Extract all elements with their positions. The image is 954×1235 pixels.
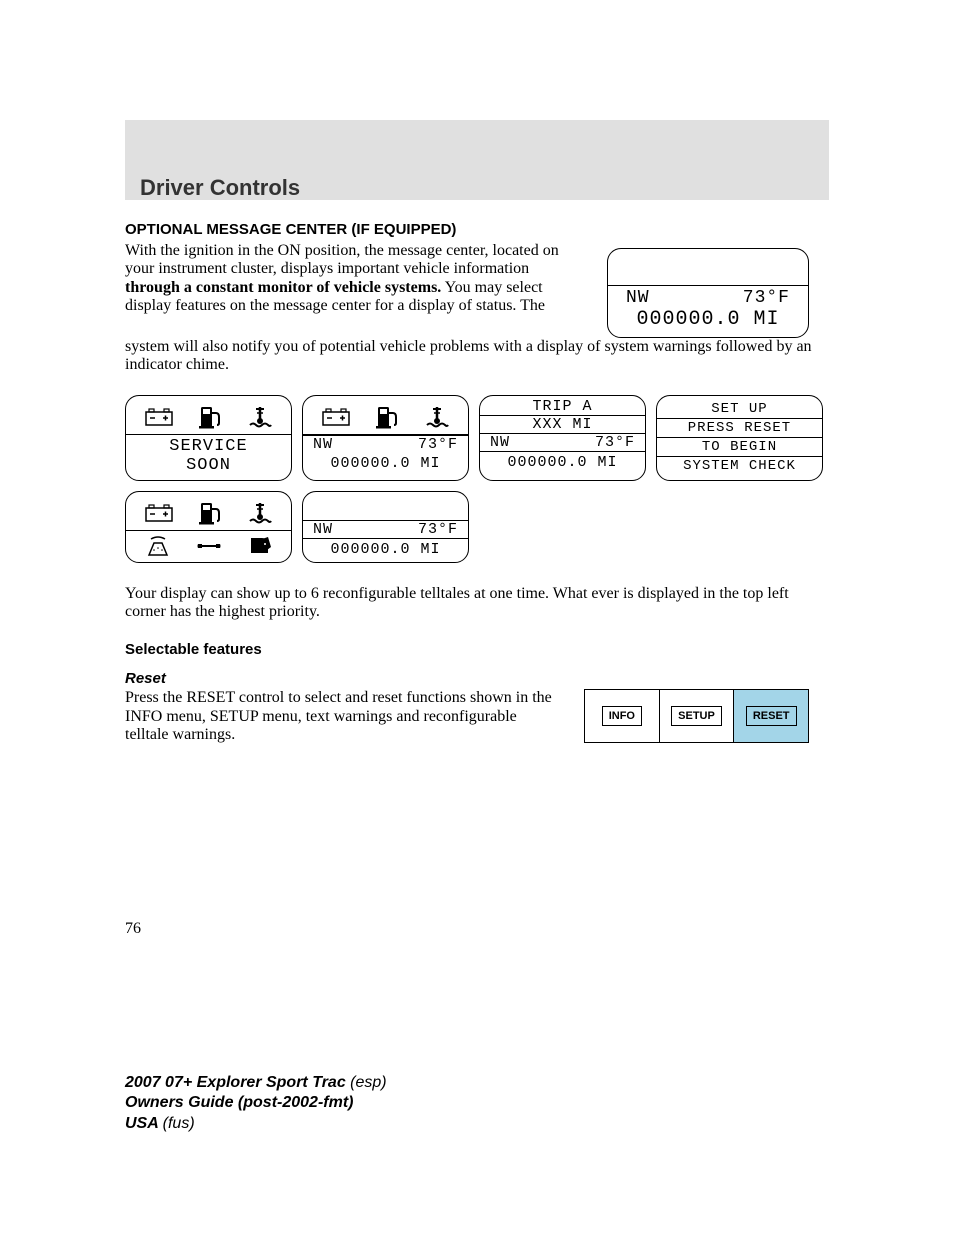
reset-button-cell: RESET (734, 690, 808, 742)
intro-paragraph-1: With the ignition in the ON position, th… (125, 242, 569, 316)
footer-guide: Owners Guide (post-2002-fmt) (125, 1094, 353, 1111)
intro-text-a: With the ignition in the ON position, th… (125, 242, 559, 277)
odometer-value: 000000.0 MI (303, 538, 468, 562)
setup-button[interactable]: SETUP (671, 706, 722, 726)
engine-temp-icon (425, 405, 449, 429)
temperature-value: 73°F (418, 521, 458, 538)
intro-text-bold: through a constant monitor of vehicle sy… (125, 279, 441, 296)
panel4-r4: SYSTEM CHECK (659, 457, 820, 475)
subsection-heading: OPTIONAL MESSAGE CENTER (IF EQUIPPED) (125, 221, 829, 238)
page-number: 76 (125, 920, 141, 938)
panel-trip-a: TRIP A XXX MI NW 73°F 000000.0 MI (479, 395, 646, 481)
setup-button-cell: SETUP (660, 690, 735, 742)
panel-service-soon: SERVICE SOON (125, 395, 292, 481)
fuel-pump-icon (199, 405, 221, 429)
panel3-title2: XXX MI (480, 416, 645, 434)
engine-temp-icon (248, 405, 272, 429)
panel3-title1: TRIP A (480, 396, 645, 416)
panel-basic-readout: NW 73°F 000000.0 MI (302, 395, 469, 481)
message-center-main-display: NW 73°F 000000.0 MI (607, 248, 809, 338)
compass-value: NW (313, 436, 333, 453)
battery-icon (145, 504, 173, 522)
info-button[interactable]: INFO (602, 706, 642, 726)
panel1-line2: SOON (126, 456, 291, 479)
engine-temp-icon (248, 501, 272, 525)
compass-value: NW (313, 521, 333, 538)
section-title: Driver Controls (140, 175, 300, 201)
panel4-r3: TO BEGIN (657, 438, 822, 457)
footer-code2: (fus) (163, 1115, 195, 1132)
footer-region: USA (125, 1115, 163, 1132)
panel4-r2: PRESS RESET (657, 419, 822, 438)
odometer-value: 000000.0 MI (480, 451, 645, 475)
compass-value: NW (490, 434, 510, 451)
footer: 2007 07+ Explorer Sport Trac (esp) Owner… (125, 1073, 387, 1135)
panel-all-telltales (125, 491, 292, 563)
temperature-value: 73°F (743, 288, 790, 308)
footer-model: 2007 07+ Explorer Sport Trac (125, 1074, 350, 1091)
odometer-value: 000000.0 MI (303, 453, 468, 476)
temperature-value: 73°F (418, 436, 458, 453)
panel-blank-readout: NW 73°F 000000.0 MI (302, 491, 469, 563)
door-ajar-icon (248, 535, 272, 557)
temperature-value: 73°F (595, 434, 635, 451)
button-panel: INFO SETUP RESET (584, 689, 809, 743)
post-grid-paragraph: Your display can show up to 6 reconfigur… (125, 585, 829, 622)
battery-icon (322, 408, 350, 426)
fuel-pump-icon (376, 405, 398, 429)
footer-code1: (esp) (350, 1074, 386, 1091)
reset-body: Press the RESET control to select and re… (125, 689, 564, 744)
battery-icon (145, 408, 173, 426)
panel1-line1: SERVICE (126, 435, 291, 456)
compass-value: NW (626, 288, 650, 308)
wrench-icon (196, 538, 222, 554)
selectable-features-heading: Selectable features (125, 641, 829, 658)
intro-paragraph-2: system will also notify you of potential… (125, 338, 829, 375)
panel4-r1: SET UP (657, 400, 822, 419)
odometer-value: 000000.0 MI (608, 308, 808, 337)
washer-fluid-icon (145, 535, 171, 557)
fuel-pump-icon (199, 501, 221, 525)
panel-setup: SET UP PRESS RESET TO BEGIN SYSTEM CHECK (656, 395, 823, 481)
reset-heading: Reset (125, 670, 829, 687)
info-button-cell: INFO (585, 690, 660, 742)
reset-button[interactable]: RESET (746, 706, 797, 726)
display-examples-grid: SERVICE SOON NW 73°F 000000.0 MI TRIP A X… (125, 395, 829, 563)
